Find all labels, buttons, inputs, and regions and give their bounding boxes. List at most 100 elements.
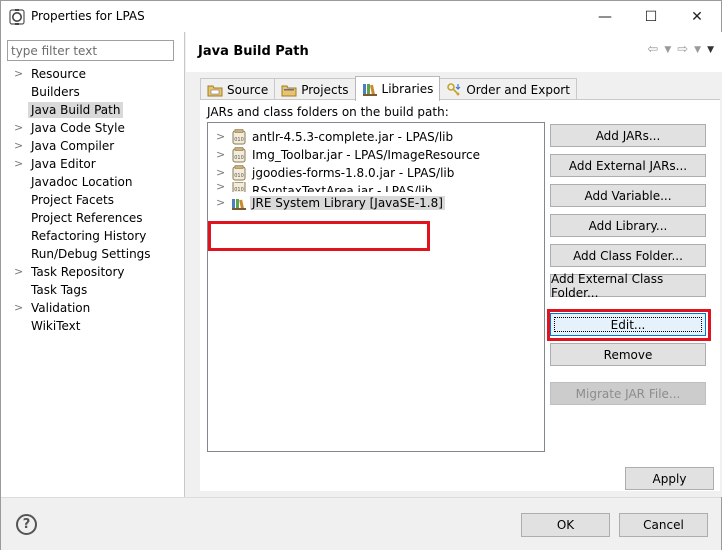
sidebar-item-java-compiler[interactable]: > Java Compiler xyxy=(1,137,185,155)
back-arrow-icon[interactable]: ⇦ xyxy=(647,42,658,57)
sidebar-item-run-debug-settings[interactable]: Run/Debug Settings xyxy=(1,245,185,263)
add-external-class-folder-button[interactable]: Add External Class Folder... xyxy=(550,272,706,300)
jar-label: jgoodies-forms-1.8.0.jar - LPAS/lib xyxy=(252,166,455,180)
add-jars-button[interactable]: Add JARs... xyxy=(550,124,706,147)
tab-label: Order and Export xyxy=(466,83,570,97)
page-title: Java Build Path xyxy=(198,44,309,59)
chevron-right-icon[interactable]: > xyxy=(14,299,23,317)
chevron-right-icon[interactable]: > xyxy=(216,182,225,192)
tab-source[interactable]: Source xyxy=(200,78,276,101)
sidebar-item-label: Javadoc Location xyxy=(31,175,133,189)
cancel-button[interactable]: Cancel xyxy=(619,513,708,537)
sidebar-item-task-tags[interactable]: Task Tags xyxy=(1,281,185,299)
apply-button[interactable]: Apply xyxy=(625,467,714,490)
chevron-right-icon[interactable]: > xyxy=(14,137,23,155)
forward-arrow-icon[interactable]: ⇨ xyxy=(677,42,688,57)
chevron-right-icon[interactable]: > xyxy=(216,128,225,146)
chevron-right-icon[interactable]: > xyxy=(14,263,23,281)
add-external-jars-button[interactable]: Add External JARs... xyxy=(550,154,706,177)
migrate-jar-button: Migrate JAR File... xyxy=(550,382,706,405)
title-bar: Properties for LPAS — ☐ ✕ xyxy=(1,1,721,32)
sidebar-item-label: Project Facets xyxy=(31,193,114,207)
chevron-right-icon[interactable]: > xyxy=(14,65,23,83)
order-export-icon xyxy=(447,83,461,96)
close-button[interactable]: ✕ xyxy=(674,1,720,32)
sidebar-item-label: Validation xyxy=(31,301,91,315)
sidebar-item-refactoring-history[interactable]: Refactoring History xyxy=(1,227,185,245)
remove-button[interactable]: Remove xyxy=(550,343,706,366)
jar-icon: 010 xyxy=(232,182,246,192)
sidebar-item-label: Builders xyxy=(31,85,80,99)
sidebar-item-java-code-style[interactable]: > Java Code Style xyxy=(1,119,185,137)
tab-bar: Source Projects Libraries Order and Expo… xyxy=(200,76,577,101)
sidebar-item-label: Java Editor xyxy=(31,157,96,171)
add-variable-button[interactable]: Add Variable... xyxy=(550,184,706,207)
eclipse-app-icon xyxy=(9,9,25,25)
svg-text:010: 010 xyxy=(234,173,244,179)
history-nav: ⇦ ▼ ⇨ ▼ ▼ xyxy=(647,42,714,57)
tab-label: Libraries xyxy=(381,82,434,96)
jar-label: antlr-4.5.3-complete.jar - LPAS/lib xyxy=(252,130,454,144)
svg-text:010: 010 xyxy=(234,155,244,161)
tab-libraries[interactable]: Libraries xyxy=(354,76,441,101)
sidebar-item-java-build-path[interactable]: Java Build Path xyxy=(1,101,185,119)
properties-tree: > Resource Builders Java Build Path > Ja… xyxy=(1,65,185,335)
chevron-right-icon[interactable]: > xyxy=(14,119,23,137)
sidebar-item-label: Refactoring History xyxy=(31,229,147,243)
sidebar-item-resource[interactable]: > Resource xyxy=(1,65,185,83)
jre-highlight-box xyxy=(208,221,430,251)
sidebar-item-validation[interactable]: > Validation xyxy=(1,299,185,317)
sidebar-item-label: Task Repository xyxy=(31,265,125,279)
maximize-button[interactable]: ☐ xyxy=(628,1,674,32)
jar-label: JRE System Library [JavaSE-1.8] xyxy=(250,196,445,210)
sidebar-item-java-editor[interactable]: > Java Editor xyxy=(1,155,185,173)
sidebar-item-project-facets[interactable]: Project Facets xyxy=(1,191,185,209)
source-folder-icon xyxy=(207,85,223,97)
jar-icon: 010 xyxy=(232,129,246,145)
sidebar-item-project-references[interactable]: Project References xyxy=(1,209,185,227)
chevron-right-icon[interactable]: > xyxy=(14,155,23,173)
sidebar-item-javadoc-location[interactable]: Javadoc Location xyxy=(1,173,185,191)
back-dropdown-icon[interactable]: ▼ xyxy=(664,45,671,57)
add-class-folder-button[interactable]: Add Class Folder... xyxy=(550,244,706,267)
list-item-rsyntaxtextarea[interactable]: > 010 RSyntaxTextArea.jar - LPAS/lib xyxy=(208,182,544,192)
sidebar-item-label: WikiText xyxy=(31,319,81,333)
forward-dropdown-icon[interactable]: ▼ xyxy=(694,45,701,57)
jre-library-icon xyxy=(232,199,246,210)
chevron-right-icon[interactable]: > xyxy=(216,164,225,182)
jars-list-label: JARs and class folders on the build path… xyxy=(207,105,449,119)
build-path-content: Source Projects Libraries Order and Expo… xyxy=(186,72,722,497)
tab-order-and-export[interactable]: Order and Export xyxy=(439,78,577,101)
jar-icon: 010 xyxy=(232,165,246,181)
libraries-icon xyxy=(362,84,377,96)
sidebar-item-label: Java Compiler xyxy=(31,139,115,153)
projects-icon xyxy=(281,85,297,97)
svg-text:010: 010 xyxy=(234,187,244,192)
sidebar-item-builders[interactable]: Builders xyxy=(1,83,185,101)
tab-projects[interactable]: Projects xyxy=(274,78,356,101)
jar-icon: 010 xyxy=(232,147,246,163)
list-item-jgoodies[interactable]: > 010 jgoodies-forms-1.8.0.jar - LPAS/li… xyxy=(208,164,544,182)
jar-label: RSyntaxTextArea.jar - LPAS/lib xyxy=(252,184,433,192)
tab-label: Projects xyxy=(301,83,349,97)
sidebar-item-wikitext[interactable]: WikiText xyxy=(1,317,185,335)
minimize-button[interactable]: — xyxy=(582,1,628,32)
chevron-right-icon[interactable]: > xyxy=(216,194,225,212)
sidebar-item-label: Resource xyxy=(31,67,87,81)
list-item-img-toolbar[interactable]: > 010 Img_Toolbar.jar - LPAS/ImageResour… xyxy=(208,146,544,164)
view-menu-icon[interactable]: ▼ xyxy=(707,45,714,57)
page-header: Java Build Path ⇦ ▼ ⇨ ▼ ▼ xyxy=(186,32,722,72)
list-item-jre-system-library[interactable]: > JRE System Library [JavaSE-1.8] xyxy=(208,194,544,212)
edit-highlight-box xyxy=(547,309,711,341)
help-icon[interactable]: ? xyxy=(16,514,37,535)
ok-button[interactable]: OK xyxy=(521,513,610,537)
add-library-button[interactable]: Add Library... xyxy=(550,214,706,237)
list-item-antlr[interactable]: > 010 antlr-4.5.3-complete.jar - LPAS/li… xyxy=(208,128,544,146)
filter-input[interactable] xyxy=(7,40,174,61)
sidebar: > Resource Builders Java Build Path > Ja… xyxy=(1,32,185,497)
sidebar-item-task-repository[interactable]: > Task Repository xyxy=(1,263,185,281)
main-panel: Java Build Path ⇦ ▼ ⇨ ▼ ▼ Source Project… xyxy=(186,32,722,497)
jar-list[interactable]: > 010 antlr-4.5.3-complete.jar - LPAS/li… xyxy=(207,122,545,452)
chevron-right-icon[interactable]: > xyxy=(216,146,225,164)
libraries-panel: JARs and class folders on the build path… xyxy=(200,99,720,491)
